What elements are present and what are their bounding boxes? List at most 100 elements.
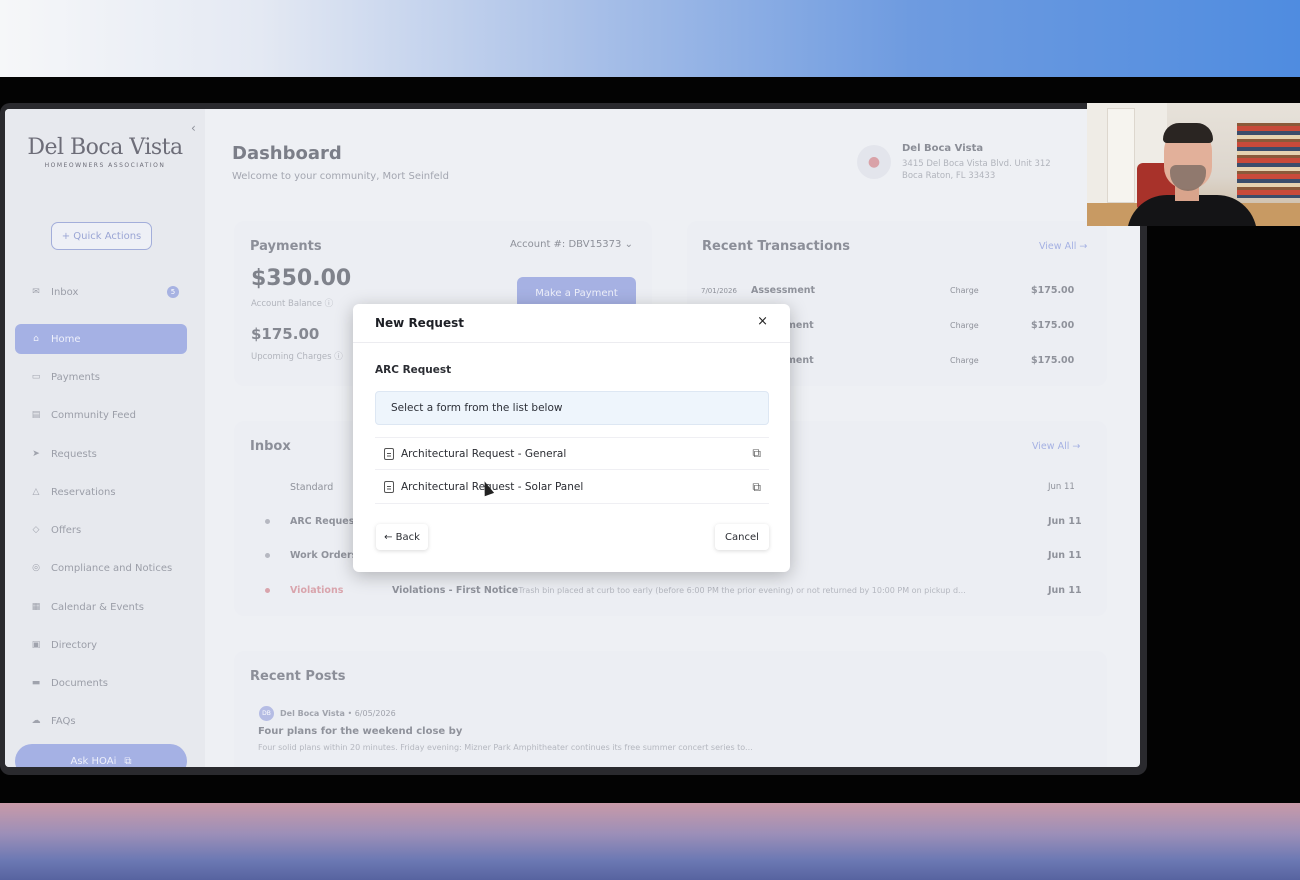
info-icon[interactable]: ⓘ <box>334 352 343 362</box>
transactions-view-all-link[interactable]: View All → <box>1039 241 1087 252</box>
sidebar-item-faqs[interactable]: ☁ FAQs <box>15 706 187 736</box>
inbox-date: Jun 11 <box>1048 550 1082 561</box>
ask-hoai-label: Ask HOAi <box>70 755 117 767</box>
property-address-line2: Boca Raton, FL 33433 <box>902 171 996 181</box>
external-link-icon[interactable]: ⧉ <box>752 480 761 495</box>
sidebar-item-calendar[interactable]: ▦ Calendar & Events <box>15 592 187 622</box>
inbox-category: Standard <box>290 482 334 493</box>
sidebar-item-label: Directory <box>51 639 98 651</box>
inbox-subject: Violations - First Notice <box>392 585 519 596</box>
sidebar-item-label: Home <box>51 333 81 345</box>
external-link-icon: ⧉ <box>124 755 132 767</box>
close-icon[interactable]: × <box>757 314 768 329</box>
sidebar-item-home[interactable]: ⌂ Home <box>15 324 187 354</box>
post-date: 6/05/2026 <box>354 709 396 718</box>
inbox-category: Violations <box>290 585 344 596</box>
post-author: Del Boca Vista <box>280 709 345 718</box>
inbox-date: Jun 11 <box>1048 585 1082 596</box>
post-title[interactable]: Four plans for the weekend close by <box>258 726 462 737</box>
inbox-date: Jun 11 <box>1048 482 1075 492</box>
meta-separator: • <box>347 709 355 718</box>
document-icon <box>384 447 394 460</box>
sidebar-item-label: Compliance and Notices <box>51 562 173 574</box>
back-button[interactable]: ← Back <box>376 524 428 550</box>
sidebar-item-label: Documents <box>51 677 109 689</box>
sidebar-item-label: Inbox <box>51 286 79 298</box>
recent-posts-card: Recent Posts DB Del Boca Vista • 6/05/20… <box>234 651 1107 767</box>
sidebar-item-community-feed[interactable]: ▤ Community Feed <box>15 400 187 430</box>
inbox-category: Work Orders <box>290 550 358 561</box>
sidebar-item-label: Reservations <box>51 486 116 498</box>
sidebar-item-inbox[interactable]: ✉ Inbox 5 <box>15 277 187 307</box>
home-icon: ⌂ <box>33 334 39 344</box>
transaction-type: Charge <box>950 286 979 295</box>
chevron-down-icon: ⌄ <box>624 239 633 250</box>
post-preview: Four solid plans within 20 minutes. Frid… <box>258 743 753 752</box>
credit-card-icon: ▭ <box>31 372 41 382</box>
video-bookshelf <box>1237 123 1300 198</box>
inbox-preview: - Trash bin placed at curb too early (be… <box>513 586 966 595</box>
logo-subtext: HOMEOWNERS ASSOCIATION <box>44 162 166 169</box>
modal-info-banner: Select a form from the list below <box>375 391 769 425</box>
account-selector[interactable]: Account #: DBV15373 ⌄ <box>510 239 633 250</box>
form-item-general[interactable]: Architectural Request - General ⧉ <box>375 437 769 470</box>
property-name: Del Boca Vista <box>902 143 984 154</box>
sidebar-item-label: Offers <box>51 524 82 536</box>
upcoming-charges-label-text: Upcoming Charges <box>251 352 332 362</box>
modal-title: New Request <box>375 316 464 330</box>
webcam-video <box>1087 103 1300 226</box>
new-request-modal: New Request × ARC Request Select a form … <box>353 304 790 572</box>
calendar-icon: ▦ <box>31 602 41 612</box>
video-person-hair <box>1163 123 1213 143</box>
modal-section-title: ARC Request <box>375 364 452 376</box>
sidebar-item-payments[interactable]: ▭ Payments <box>15 362 187 392</box>
sidebar-item-label: FAQs <box>51 715 76 727</box>
ask-hoai-button[interactable]: Ask HOAi ⧉ <box>15 744 187 767</box>
tent-icon: △ <box>32 487 40 497</box>
tag-icon: ◇ <box>32 525 40 535</box>
info-icon[interactable]: ⓘ <box>325 299 334 309</box>
book-icon: ▣ <box>31 640 41 650</box>
logo-text: Del Boca Vista <box>27 135 183 160</box>
quick-actions-button[interactable]: + Quick Actions <box>51 222 152 250</box>
page-title: Dashboard <box>232 143 342 164</box>
send-icon: ➤ <box>32 449 40 459</box>
post-meta: Del Boca Vista • 6/05/2026 <box>280 709 396 718</box>
account-balance-label: Account Balance ⓘ <box>251 297 333 309</box>
transactions-title: Recent Transactions <box>702 239 851 254</box>
sidebar-item-offers[interactable]: ◇ Offers <box>15 515 187 545</box>
video-door <box>1107 108 1135 203</box>
transaction-name: Assessment <box>751 285 816 296</box>
mail-icon: ✉ <box>32 287 40 297</box>
feed-icon: ▤ <box>31 410 41 420</box>
sidebar-item-label: Community Feed <box>51 409 136 421</box>
inbox-count-badge: 5 <box>167 286 179 298</box>
transaction-type: Charge <box>950 321 979 330</box>
form-item-solar-panel[interactable]: Architectural Request - Solar Panel ⧉ <box>375 471 769 504</box>
unread-dot <box>265 519 270 524</box>
cancel-button[interactable]: Cancel <box>715 524 769 550</box>
unread-dot <box>265 553 270 558</box>
account-number: Account #: DBV15373 <box>510 239 622 250</box>
collapse-sidebar-icon[interactable]: ‹ <box>191 121 196 135</box>
sidebar-item-compliance[interactable]: ◎ Compliance and Notices <box>15 553 187 583</box>
inbox-view-all-link[interactable]: View All → <box>1032 441 1080 452</box>
sidebar-item-directory[interactable]: ▣ Directory <box>15 630 187 660</box>
transaction-row[interactable]: 7/01/2026 Assessment Charge $175.00 <box>701 276 1089 306</box>
sidebar-item-label: Requests <box>51 448 97 460</box>
transaction-name: ment <box>786 320 814 331</box>
form-item-label: Architectural Request - General <box>401 447 567 460</box>
sidebar-item-reservations[interactable]: △ Reservations <box>15 477 187 507</box>
upcoming-charges-label: Upcoming Charges ⓘ <box>251 350 343 362</box>
external-link-icon[interactable]: ⧉ <box>752 446 761 461</box>
background-top <box>0 0 1300 77</box>
unread-dot <box>265 588 270 593</box>
sidebar-item-requests[interactable]: ➤ Requests <box>15 439 187 469</box>
sidebar-item-documents[interactable]: ▬ Documents <box>15 668 187 698</box>
help-icon: ☁ <box>31 716 41 726</box>
inbox-row[interactable]: Violations Violations - First Notice - T… <box>248 576 1088 606</box>
property-selector[interactable]: ● Del Boca Vista 3415 Del Boca Vista Blv… <box>857 139 1097 189</box>
logo: Del Boca Vista HOMEOWNERS ASSOCIATION <box>25 135 185 169</box>
transaction-date: 7/01/2026 <box>701 287 737 295</box>
transaction-type: Charge <box>950 356 979 365</box>
